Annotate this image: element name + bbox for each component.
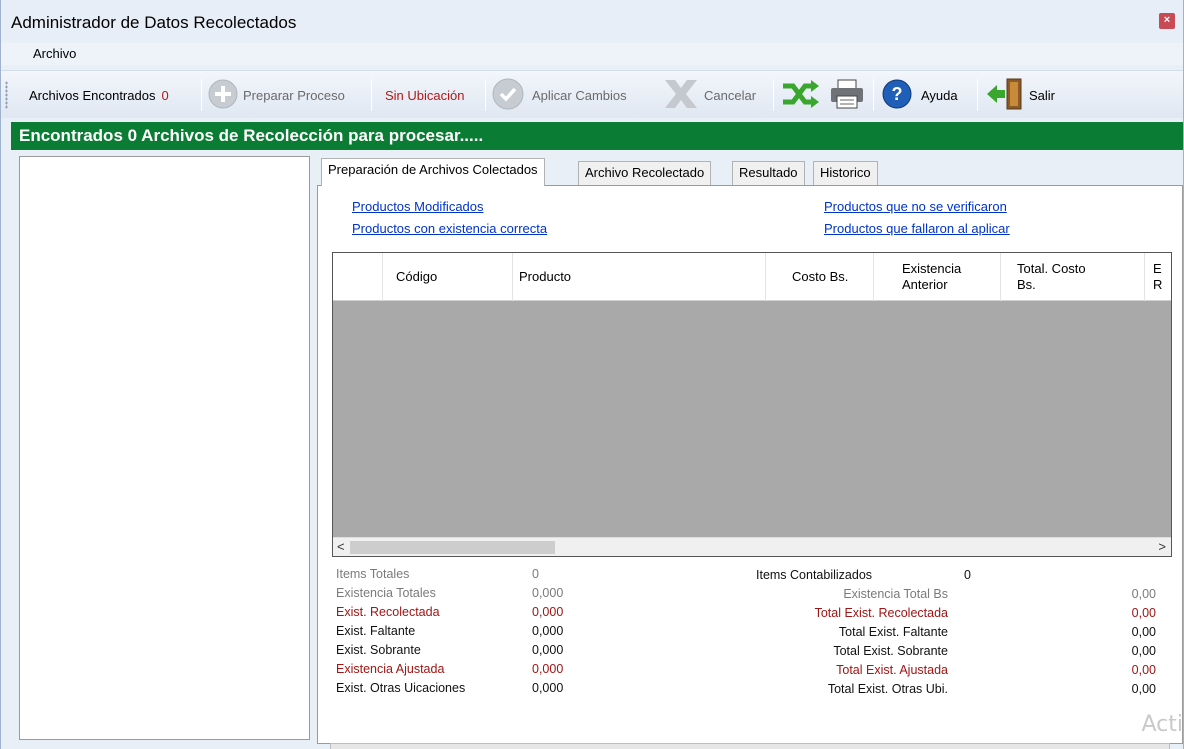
shuffle-icon [781, 78, 821, 113]
file-list-panel[interactable] [19, 156, 310, 740]
salir-label: Salir [1029, 87, 1056, 103]
column-header-producto[interactable]: Producto [513, 253, 766, 301]
sin-ubicacion-label: Sin Ubicación [385, 87, 465, 103]
column-header-e-r[interactable]: E R [1145, 253, 1171, 301]
bottom-progress-bar [330, 743, 1170, 749]
tab-preparacion[interactable]: Preparación de Archivos Colectados [321, 158, 545, 186]
menu-archivo[interactable]: Archivo [33, 46, 76, 61]
link-productos-fallaron[interactable]: Productos que fallaron al aplicar [824, 221, 1010, 236]
ayuda-button[interactable]: ? Ayuda [881, 71, 958, 119]
stat-value: 0,00 [1131, 625, 1156, 639]
stat-value: 0,000 [532, 624, 564, 638]
stat-label: Existencia Total Bs [843, 587, 948, 601]
stat-value: 0,00 [1131, 682, 1156, 696]
stat-value: 0,00 [1131, 606, 1156, 620]
toolbar: Archivos Encontrados 0 Preparar Proceso … [1, 70, 1183, 118]
tab-resultado[interactable]: Resultado [732, 161, 805, 185]
tab-page-preparacion: Productos Modificados Productos con exis… [317, 185, 1183, 749]
column-header-total-costo[interactable]: Total. Costo Bs. [1001, 253, 1145, 301]
ayuda-label: Ayuda [921, 87, 958, 103]
stat-label: Total Exist. Ajustada [836, 663, 948, 677]
stat-label: Items Totales [336, 567, 410, 581]
stat-label: Existencia Totales [336, 586, 436, 600]
stat-value: 0,000 [532, 605, 564, 619]
status-banner: Encontrados 0 Archivos de Recolección pa… [11, 122, 1183, 150]
toolbar-separator [977, 79, 978, 111]
stat-label: Total Exist. Recolectada [814, 606, 948, 620]
stat-label: Existencia Ajustada [336, 662, 445, 676]
plus-circle-icon [207, 78, 239, 113]
grid-header: Código Producto Costo Bs. Existencia Ant… [333, 253, 1171, 301]
aplicar-cambios-label: Aplicar Cambios [532, 87, 627, 103]
activation-watermark: Acti [1141, 712, 1184, 737]
salir-button[interactable]: Salir [985, 71, 1055, 119]
stat-label: Total Exist. Sobrante [833, 644, 948, 658]
svg-text:?: ? [892, 84, 903, 104]
main-window: Administrador de Datos Recolectados × Ar… [0, 0, 1184, 749]
stat-value: 0,00 [1131, 663, 1156, 677]
toolbar-separator [201, 79, 202, 111]
help-icon: ? [881, 78, 913, 113]
aplicar-cambios-button[interactable]: Aplicar Cambios [491, 71, 627, 119]
stat-value: 0,000 [532, 643, 564, 657]
shuffle-button[interactable] [781, 71, 821, 119]
column-header-codigo[interactable]: Código [383, 253, 513, 301]
scroll-right-arrow-icon[interactable]: > [1158, 539, 1166, 554]
close-button[interactable]: × [1159, 13, 1175, 29]
title-bar: Administrador de Datos Recolectados × [1, 0, 1183, 40]
scroll-thumb[interactable] [350, 541, 555, 554]
horizontal-scrollbar[interactable]: < > [333, 537, 1171, 556]
stat-value: 0,000 [532, 681, 564, 695]
stat-label: Exist. Otras Uicaciones [336, 681, 466, 695]
stat-value: 0,000 [532, 662, 564, 676]
tab-archivo-recolectado[interactable]: Archivo Recolectado [578, 161, 712, 185]
link-productos-existencia-correcta[interactable]: Productos con existencia correcta [352, 221, 547, 236]
print-button[interactable] [829, 71, 865, 119]
stat-value: 0 [532, 567, 539, 581]
tabs-area: Preparación de Archivos Colectados Archi… [317, 156, 1183, 749]
archivos-encontrados: Archivos Encontrados 0 [29, 71, 169, 119]
exit-door-icon [985, 77, 1025, 114]
archivos-encontrados-label: Archivos Encontrados [29, 87, 156, 103]
stat-label: Exist. Sobrante [336, 643, 421, 657]
stat-value: 0,00 [1131, 644, 1156, 658]
stat-value: 0,000 [532, 586, 564, 600]
toolbar-separator [773, 79, 774, 111]
link-productos-no-verificaron[interactable]: Productos que no se verificaron [824, 199, 1007, 214]
toolbar-separator [485, 79, 486, 111]
column-header-existencia-anterior[interactable]: Existencia Anterior [874, 253, 1001, 301]
items-contabilizados-value: 0 [964, 568, 971, 582]
stat-label: Exist. Recolectada [336, 605, 440, 619]
scroll-left-arrow-icon[interactable]: < [337, 539, 345, 554]
menu-bar: Archivo [1, 43, 1183, 65]
column-header-costo[interactable]: Costo Bs. [766, 253, 874, 301]
toolbar-grip[interactable] [5, 81, 8, 109]
printer-icon [829, 78, 865, 113]
tab-historico[interactable]: Historico [813, 161, 878, 185]
archivos-encontrados-count: 0 [161, 87, 169, 103]
stat-label: Total Exist. Faltante [838, 625, 948, 639]
preparar-proceso-label: Preparar Proceso [243, 87, 345, 103]
check-circle-icon [491, 77, 525, 114]
cancelar-button[interactable]: Cancelar [661, 71, 756, 119]
row-header-column [333, 253, 383, 301]
stat-value: 0,00 [1131, 587, 1156, 601]
toolbar-separator [873, 79, 874, 111]
products-grid[interactable]: Código Producto Costo Bs. Existencia Ant… [332, 252, 1172, 557]
sin-ubicacion-button[interactable]: Sin Ubicación [385, 71, 465, 119]
toolbar-separator [371, 79, 372, 111]
x-icon [661, 76, 701, 115]
link-productos-modificados[interactable]: Productos Modificados [352, 199, 484, 214]
window-title: Administrador de Datos Recolectados [11, 13, 297, 32]
stat-label: Exist. Faltante [336, 624, 416, 638]
cancelar-label: Cancelar [704, 87, 757, 103]
items-contabilizados-label: Items Contabilizados [756, 568, 873, 582]
stat-label: Total Exist. Otras Ubi. [827, 682, 948, 696]
preparar-proceso-button[interactable]: Preparar Proceso [207, 71, 345, 119]
